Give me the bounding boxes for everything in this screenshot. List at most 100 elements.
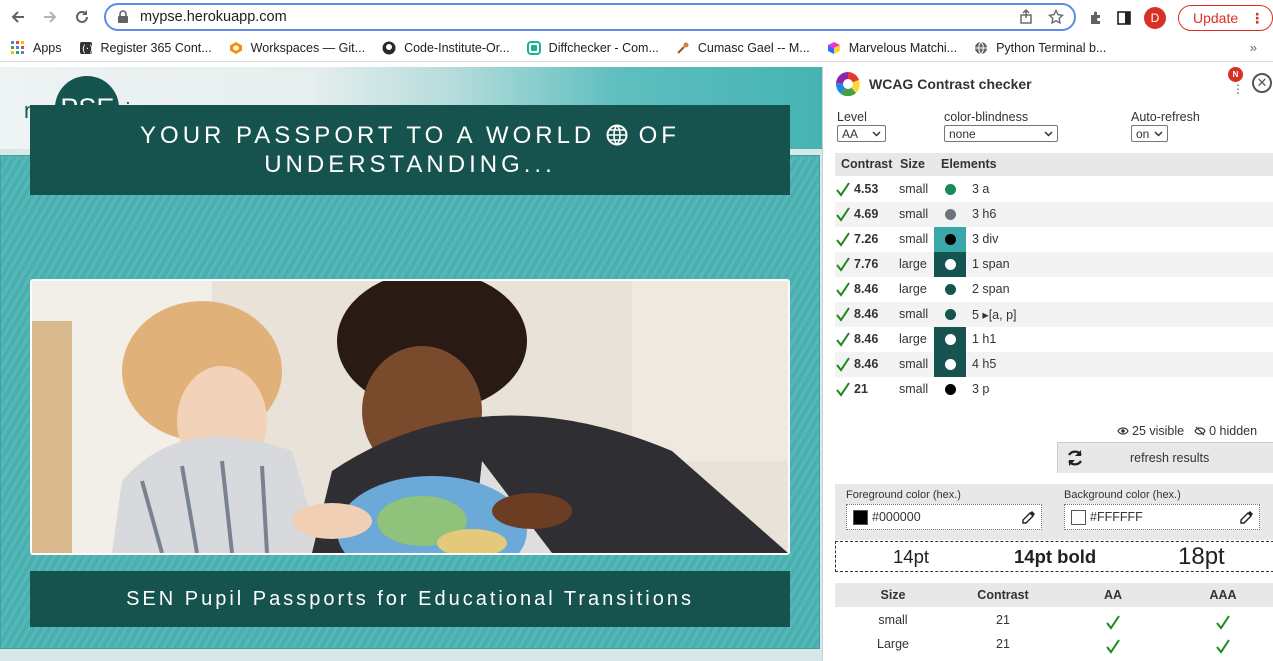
eyedropper-icon[interactable] — [1021, 509, 1037, 525]
color-swatch — [934, 252, 966, 277]
size-value: small — [899, 357, 929, 371]
result-row[interactable]: 7.76 large 1 span — [835, 252, 1273, 277]
chevron-down-icon — [1154, 130, 1163, 137]
elements-value[interactable]: 4 h5 — [972, 357, 996, 371]
panel-header: WCAG Contrast checker — [835, 71, 1032, 97]
guitar-icon — [675, 40, 691, 56]
elements-value[interactable]: 2 span — [972, 282, 1010, 296]
bookmark-python-terminal[interactable]: Python Terminal b... — [973, 40, 1106, 56]
elements-value[interactable]: 1 h1 — [972, 332, 996, 346]
cube-icon — [826, 40, 842, 56]
result-row[interactable]: 8.46 small 5 ▸[a, p] — [835, 302, 1273, 327]
bookmark-star-icon[interactable] — [1048, 9, 1064, 25]
size-value: small — [899, 232, 929, 246]
color-wheel-icon — [835, 71, 860, 97]
globe-icon — [973, 40, 989, 56]
color-swatch — [934, 352, 966, 377]
auto-refresh-control: Auto-refresh on — [1131, 110, 1200, 142]
results-table: 4.53 small 3 a 4.69 small 3 h6 7.26 small 3 div 7… — [835, 177, 1273, 402]
background-swatch[interactable] — [1071, 509, 1086, 525]
eyedropper-icon[interactable] — [1239, 509, 1255, 525]
forward-arrow-icon[interactable] — [37, 4, 63, 30]
result-row[interactable]: 4.53 small 3 a — [835, 177, 1273, 202]
bookmark-workspaces[interactable]: Workspaces — Git... — [228, 40, 365, 56]
size-value: small — [899, 382, 929, 396]
check-icon — [835, 256, 851, 272]
bookmark-apps[interactable]: Apps — [10, 40, 62, 56]
result-row[interactable]: 4.69 small 3 h6 — [835, 202, 1273, 227]
elements-value[interactable]: 3 a — [972, 182, 989, 196]
check-icon — [835, 181, 851, 197]
color-dot — [944, 234, 956, 245]
visible-count[interactable]: 25 visible — [1117, 424, 1184, 438]
result-row[interactable]: 21 small 3 p — [835, 377, 1273, 402]
browser-toolbar: mypse.herokuapp.com D Update ⋮ — [0, 0, 1273, 34]
svg-text:(·): (·) — [82, 44, 93, 55]
notification-badge[interactable]: N — [1228, 67, 1243, 82]
panel-title: WCAG Contrast checker — [869, 76, 1032, 92]
foreground-color-box: Foreground color (hex.) #000000 — [846, 489, 1042, 530]
panel-controls: Level AA color-blindness none Auto-refre… — [837, 110, 1267, 146]
elements-value[interactable]: 5 ▸[a, p] — [972, 307, 1017, 322]
refresh-icon — [1068, 450, 1082, 466]
hidden-count[interactable]: 0 hidden — [1194, 424, 1257, 438]
contrast-value: 7.76 — [854, 257, 879, 271]
elements-value[interactable]: 1 span — [972, 257, 1010, 271]
url-text[interactable]: mypse.herokuapp.com — [140, 9, 1018, 25]
check-icon — [835, 231, 851, 247]
contrast-value: 7.26 — [854, 232, 879, 246]
auto-refresh-select[interactable]: on — [1131, 125, 1168, 142]
update-label: Update — [1193, 10, 1239, 26]
wcag-result-row: small 21 — [835, 608, 1273, 632]
color-blindness-select[interactable]: none — [944, 125, 1058, 142]
extensions-puzzle-icon[interactable] — [1088, 10, 1104, 26]
reload-icon[interactable] — [69, 4, 95, 30]
hero-title: YOUR PASSPORT TO A WORLD OF UNDERSTANDIN… — [140, 122, 680, 178]
preview-14pt-bold: 14pt bold — [1014, 545, 1097, 567]
bookmark-register-365[interactable]: (·) Register 365 Cont... — [78, 40, 212, 56]
back-arrow-icon[interactable] — [5, 4, 31, 30]
elements-value[interactable]: 3 p — [972, 382, 989, 396]
result-row[interactable]: 8.46 large 2 span — [835, 277, 1273, 302]
kebab-menu-icon: ⋮ — [1250, 9, 1265, 26]
contrast-checker-panel: WCAG Contrast checker N ⋮ ✕ Level AA col… — [822, 67, 1273, 661]
update-button[interactable]: Update ⋮ — [1178, 5, 1273, 31]
result-row[interactable]: 7.26 small 3 div — [835, 227, 1273, 252]
lock-icon — [118, 10, 128, 23]
bookmark-marvelous-matching[interactable]: Marvelous Matchi... — [826, 40, 957, 56]
size-value: small — [899, 307, 929, 321]
level-select[interactable]: AA — [837, 125, 886, 142]
bookmark-code-institute[interactable]: Code-Institute-Or... — [381, 40, 510, 56]
wcag-contrast: 21 — [996, 637, 1010, 651]
elements-value[interactable]: 3 h6 — [972, 207, 996, 221]
wcag-result-row: Large 21 — [835, 632, 1273, 656]
share-icon[interactable] — [1018, 9, 1034, 25]
color-swatch — [934, 177, 966, 202]
bookmark-cumasc-gael[interactable]: Cumasc Gael -- M... — [675, 40, 810, 56]
hero-banner: YOUR PASSPORT TO A WORLD OF UNDERSTANDIN… — [30, 105, 790, 195]
contrast-value: 4.69 — [854, 207, 879, 221]
background-color-box: Background color (hex.) #FFFFFF — [1064, 489, 1260, 530]
profile-avatar[interactable]: D — [1144, 7, 1166, 29]
foreground-color-input[interactable]: #000000 — [846, 504, 1042, 530]
bookmarks-bar: Apps (·) Register 365 Cont... Workspaces… — [0, 34, 1273, 62]
refresh-results-button[interactable]: refresh results — [1057, 442, 1273, 473]
contrast-value: 8.46 — [854, 282, 879, 296]
more-bookmarks-icon[interactable]: » — [1250, 40, 1257, 55]
address-bar[interactable]: mypse.herokuapp.com — [104, 3, 1076, 31]
globe-icon — [606, 124, 628, 146]
foreground-swatch[interactable] — [853, 509, 868, 525]
color-swatch — [934, 377, 966, 402]
hero-photo — [30, 279, 790, 555]
close-icon[interactable]: ✕ — [1252, 73, 1272, 93]
result-row[interactable]: 8.46 small 4 h5 — [835, 352, 1273, 377]
elements-value[interactable]: 3 div — [972, 232, 998, 246]
panel-menu-icon[interactable]: ⋮ — [1232, 82, 1244, 96]
contrast-value: 21 — [854, 382, 868, 396]
background-color-input[interactable]: #FFFFFF — [1064, 504, 1260, 530]
check-icon — [835, 306, 851, 322]
side-panel-icon[interactable] — [1116, 10, 1132, 26]
bookmark-diffchecker[interactable]: Diffchecker - Com... — [526, 40, 659, 56]
result-row[interactable]: 8.46 large 1 h1 — [835, 327, 1273, 352]
visibility-stats: 25 visible 0 hidden — [1117, 424, 1257, 438]
